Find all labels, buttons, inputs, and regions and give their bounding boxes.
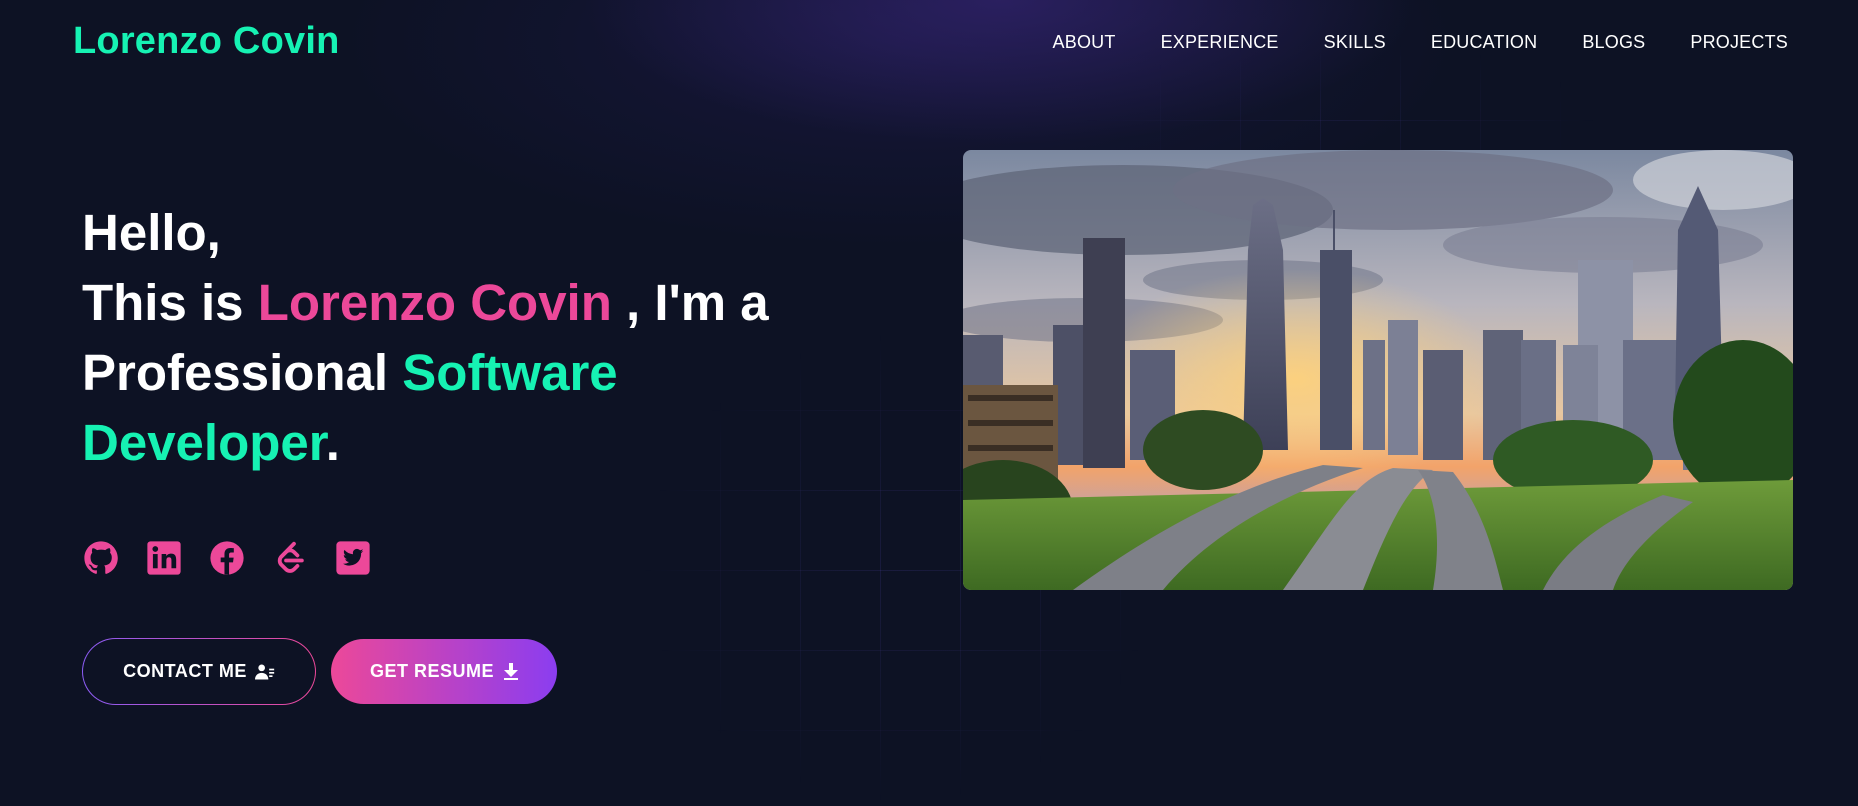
main-nav: ABOUT EXPERIENCE SKILLS EDUCATION BLOGS … bbox=[1053, 32, 1788, 53]
hero-role-highlight-2: Developer bbox=[82, 414, 326, 471]
hero-role-line-2: Developer. bbox=[82, 408, 842, 478]
facebook-icon[interactable] bbox=[208, 539, 246, 577]
hero-intro-prefix: This is bbox=[82, 274, 258, 331]
nav-item-experience[interactable]: EXPERIENCE bbox=[1161, 32, 1279, 53]
social-links bbox=[82, 539, 372, 577]
hero-role-prefix: Professional bbox=[82, 344, 403, 401]
hero-intro-line: This is Lorenzo Covin , I'm a bbox=[82, 268, 842, 338]
hero-period: . bbox=[325, 414, 340, 471]
hero-greeting: Hello, bbox=[82, 204, 221, 261]
github-icon[interactable] bbox=[82, 539, 120, 577]
nav-item-blogs[interactable]: BLOGS bbox=[1582, 32, 1645, 53]
user-contact-icon bbox=[254, 664, 274, 679]
get-resume-label: GET RESUME bbox=[369, 661, 494, 681]
nav-item-skills[interactable]: SKILLS bbox=[1324, 32, 1386, 53]
hero-heading: Hello, This is Lorenzo Covin , I'm a Pro… bbox=[82, 198, 842, 478]
contact-me-button-inner: CONTACT ME bbox=[83, 639, 315, 704]
hero-role-highlight-1: Software bbox=[402, 344, 618, 401]
hero-intro-suffix: , I'm a bbox=[611, 274, 769, 331]
get-resume-button[interactable]: GET RESUME bbox=[331, 639, 557, 704]
hero-role-line: Professional Software bbox=[82, 338, 842, 408]
brand-logo[interactable]: Lorenzo Covin bbox=[73, 20, 340, 63]
leetcode-icon[interactable] bbox=[271, 539, 309, 577]
hero-cityscape-image bbox=[963, 150, 1793, 590]
nav-item-about[interactable]: ABOUT bbox=[1053, 32, 1116, 53]
download-icon bbox=[504, 663, 518, 680]
contact-me-button[interactable]: CONTACT ME bbox=[82, 638, 316, 705]
nav-item-education[interactable]: EDUCATION bbox=[1431, 32, 1537, 53]
nav-item-projects[interactable]: PROJECTS bbox=[1690, 32, 1788, 53]
linkedin-icon[interactable] bbox=[145, 539, 183, 577]
hero-name: Lorenzo Covin bbox=[257, 274, 612, 331]
twitter-icon[interactable] bbox=[334, 539, 372, 577]
contact-me-label: CONTACT ME bbox=[123, 661, 247, 681]
portfolio-page: Lorenzo Covin ABOUT EXPERIENCE SKILLS ED… bbox=[0, 0, 1858, 806]
